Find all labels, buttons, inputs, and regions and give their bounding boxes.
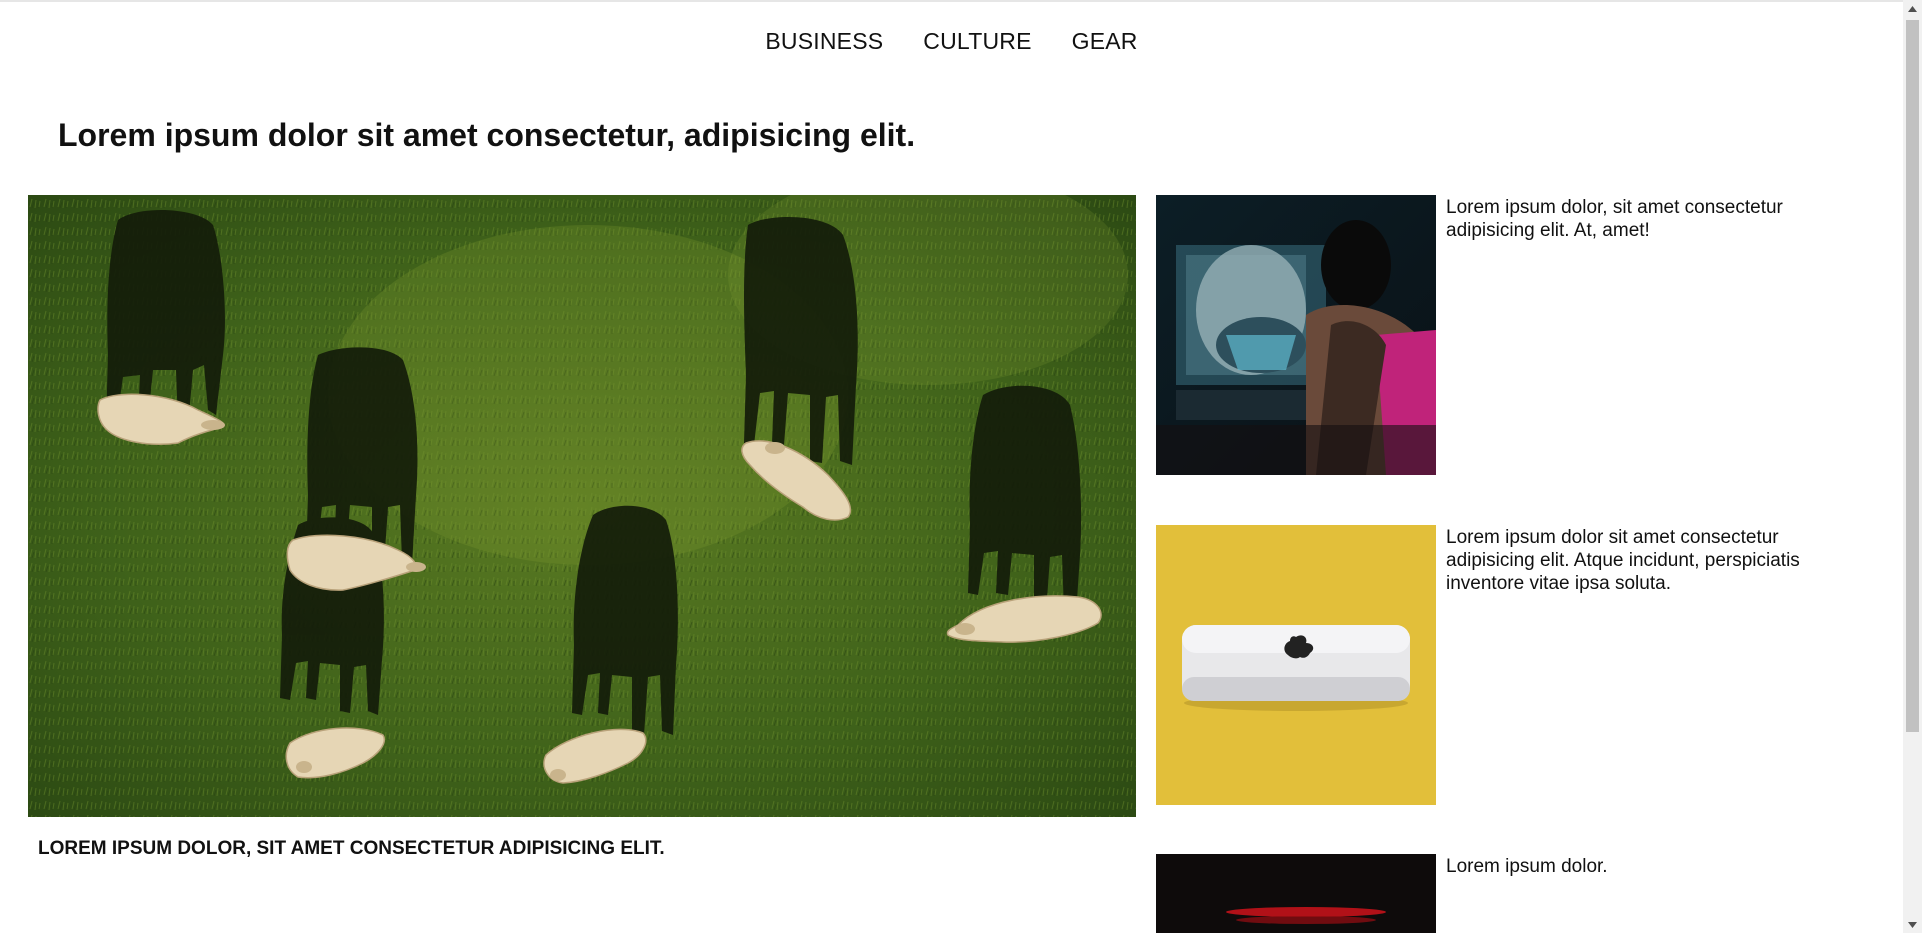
hero-caption[interactable]: LOREM IPSUM DOLOR, SIT AMET CONSECTETUR …: [38, 838, 665, 860]
side-article-2-image[interactable]: [1156, 525, 1436, 805]
nav-business[interactable]: BUSINESS: [765, 28, 883, 55]
nav-gear[interactable]: GEAR: [1072, 28, 1138, 55]
scroll-down-arrow-icon[interactable]: [1903, 916, 1922, 933]
scroll-thumb[interactable]: [1906, 20, 1919, 732]
aerial-cows-grazing-photo: [28, 195, 1136, 817]
side-article-3-image[interactable]: [1156, 854, 1436, 933]
vertical-scrollbar[interactable]: [1903, 0, 1922, 933]
main-nav: BUSINESS CULTURE GEAR: [0, 28, 1903, 55]
hero-image[interactable]: [28, 195, 1136, 817]
side-article-2-text[interactable]: Lorem ipsum dolor sit amet consectetur a…: [1446, 526, 1846, 595]
dark-red-light-photo: [1156, 854, 1436, 933]
cyberpunk-character-photo: [1156, 195, 1436, 475]
side-article-1-text[interactable]: Lorem ipsum dolor, sit amet consectetur …: [1446, 196, 1846, 242]
side-article-1-image[interactable]: [1156, 195, 1436, 475]
side-article-3-text[interactable]: Lorem ipsum dolor.: [1446, 855, 1846, 878]
scroll-up-arrow-icon[interactable]: [1903, 0, 1922, 17]
nav-culture[interactable]: CULTURE: [923, 28, 1031, 55]
mac-mini-on-yellow-photo: [1156, 525, 1436, 805]
page-title: Lorem ipsum dolor sit amet consectetur, …: [58, 117, 916, 153]
top-border: [0, 0, 1903, 2]
